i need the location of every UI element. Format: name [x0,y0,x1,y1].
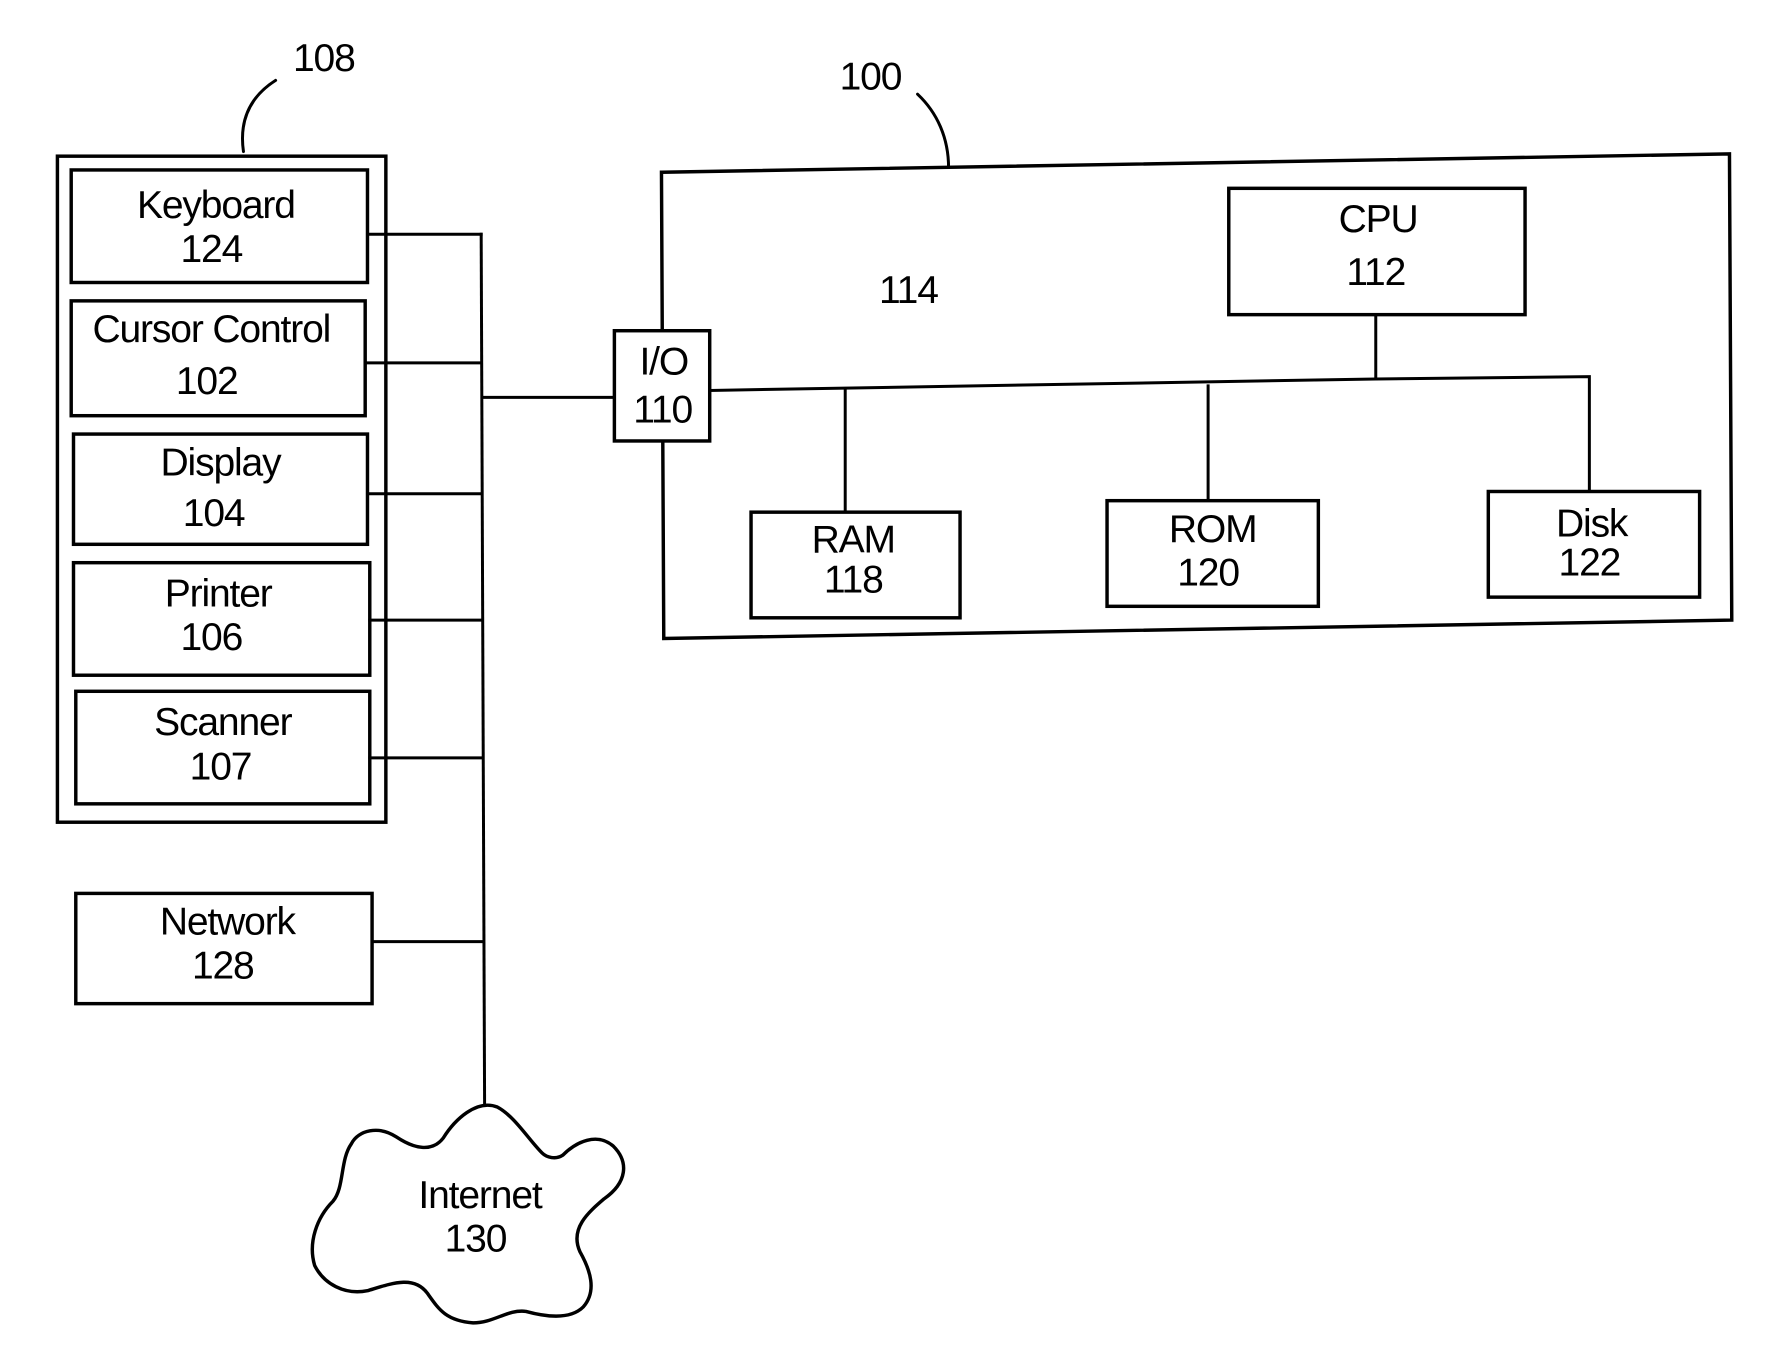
disk-ref: 122 [1559,541,1621,584]
disk-box[interactable]: Disk 122 [1486,489,1702,599]
ref-label-108: 108 [293,37,355,80]
display-ref: 104 [183,492,245,535]
cursor-control-label: Cursor Control [92,308,330,351]
external-bus-vertical [479,232,487,1111]
rom-label: ROM [1169,508,1257,551]
printer-label: Printer [165,572,273,615]
io-box[interactable]: I/O 110 [612,328,712,443]
io-ref: 110 [633,389,692,432]
network-ref: 128 [192,944,254,987]
cpu-ref: 112 [1346,251,1405,294]
ram-ref: 118 [824,559,883,602]
computer-system-diagram: 108 Keyboard 124 Cursor Control 102 Disp… [55,37,1734,1325]
ram-label: RAM [812,518,895,561]
internet-ref: 130 [445,1218,507,1261]
printer-ref: 106 [180,616,242,659]
disk-label: Disk [1556,502,1629,545]
internet-cloud[interactable]: Internet 130 [310,1103,626,1325]
scanner-box[interactable]: Scanner 107 [74,689,372,806]
ref-label-100: 100 [840,56,902,99]
cpu-box[interactable]: CPU 112 [1227,186,1527,317]
external-bus [363,232,616,1111]
ram-box[interactable]: RAM 118 [749,510,962,620]
cpu-label: CPU [1339,198,1418,241]
keyboard-box[interactable]: Keyboard 124 [69,168,370,285]
io-label: I/O [639,340,688,383]
keyboard-label: Keyboard [137,184,295,227]
cursor-control-box[interactable]: Cursor Control 102 [69,299,367,418]
cursor-control-ref: 102 [176,360,238,403]
keyboard-ref: 124 [180,228,242,271]
internet-label: Internet [418,1174,542,1217]
display-box[interactable]: Display 104 [71,432,370,547]
scanner-ref: 107 [190,746,252,789]
leader-line-108 [241,78,278,154]
rom-ref: 120 [1177,552,1239,595]
leader-line-100 [916,92,951,170]
network-label: Network [160,901,297,944]
network-box[interactable]: Network 128 [74,891,374,1006]
printer-box[interactable]: Printer 106 [71,560,372,677]
bus-ref-label: 114 [879,269,938,312]
scanner-label: Scanner [154,701,292,744]
display-label: Display [161,441,283,484]
rom-box[interactable]: ROM 120 [1105,498,1321,609]
